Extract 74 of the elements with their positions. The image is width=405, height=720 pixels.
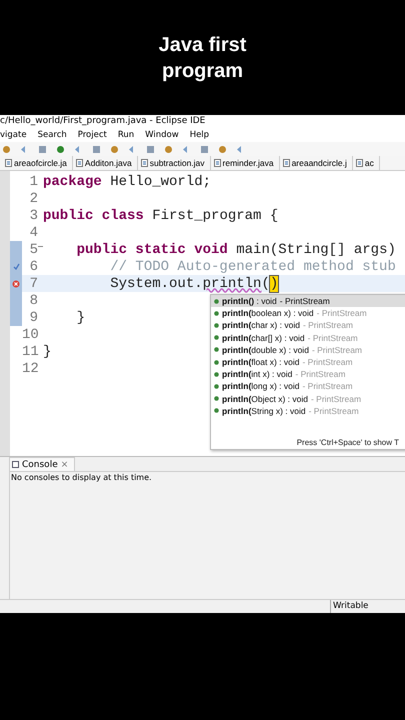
completion-item[interactable]: println() : void - PrintStream [211, 295, 405, 308]
console-icon [12, 461, 19, 468]
line-number: 12 [22, 360, 38, 376]
completion-item[interactable]: println(float x) : void - PrintStream [211, 356, 405, 368]
method-icon [214, 335, 219, 340]
line-number: 2 [28, 190, 38, 206]
completion-item[interactable]: println(double x) : void - PrintStream [211, 344, 405, 356]
keyword-text: package [43, 174, 102, 190]
completion-item[interactable]: println(int x) : void - PrintStream [211, 368, 405, 380]
close-icon[interactable]: × [60, 460, 68, 470]
file-icon [282, 159, 290, 167]
line-number: 4 [28, 224, 38, 240]
line-number: 11 [22, 344, 38, 360]
menu-item[interactable]: Project [78, 128, 107, 142]
code-text: First_program { [151, 208, 278, 224]
file-icon [214, 159, 221, 167]
method-icon [214, 310, 219, 316]
file-icon [76, 159, 83, 167]
keyword-text: public class [43, 208, 144, 224]
keyword-text: public static void [76, 242, 228, 258]
file-icon [140, 159, 148, 167]
console-message: No consoles to display at this time. [10, 472, 153, 482]
code-text: main(String[] args) [235, 242, 396, 258]
code-text: System.out. [109, 276, 203, 292]
menu-item[interactable]: Help [190, 128, 210, 142]
menu-item[interactable]: Search [38, 128, 67, 142]
check-marker-icon [12, 263, 20, 270]
editor-tab[interactable]: ac [354, 156, 380, 170]
line-number: 8 [28, 292, 38, 308]
code-text: } [76, 310, 86, 326]
completion-item[interactable]: println(Object x) : void - PrintStream [211, 392, 405, 405]
line-number: 3 [28, 208, 38, 224]
editor-tab[interactable]: subtraction.jav [138, 156, 211, 170]
editor-tab[interactable]: areaofcircle.ja [3, 156, 73, 170]
method-icon [214, 396, 219, 402]
status-text: Writable [330, 600, 405, 613]
method-icon [214, 408, 219, 414]
completion-item[interactable]: println(boolean x) : void - PrintStream [211, 307, 405, 320]
code-text: ( [261, 276, 270, 292]
window-title: c/Hello_world/First_program.java - Eclipse IDE [0, 116, 206, 126]
line-number: 7 [28, 276, 38, 292]
line-number: 9 [28, 310, 38, 326]
line-number: 6 [28, 258, 38, 274]
bracket-text: ) [270, 276, 278, 292]
comment-text: // TODO Auto-generated method stub [109, 258, 396, 274]
method-icon [214, 322, 219, 328]
file-icon [5, 159, 12, 167]
method-icon [214, 347, 219, 352]
menu-item[interactable]: Window [145, 128, 179, 142]
editor-tab[interactable]: areaandcircle.j [280, 156, 353, 170]
method-icon [214, 384, 219, 389]
editor-tab[interactable]: Additon.java [74, 156, 138, 170]
method-icon [214, 372, 219, 377]
video-title: Java first program [158, 32, 248, 84]
menu-item[interactable]: Run [118, 128, 134, 142]
error-marker-icon [12, 280, 20, 288]
file-icon [356, 159, 363, 167]
completion-item[interactable]: println(char[] x) : void - PrintStream [211, 332, 405, 344]
code-text: Hello_world; [109, 174, 212, 190]
completion-item[interactable]: println(long x) : void - PrintStream [211, 380, 405, 392]
hint-text: Press 'Ctrl+Space' to show T [296, 438, 399, 447]
line-number: 5 [28, 242, 38, 258]
line-number: 1 [28, 174, 38, 190]
method-icon [214, 298, 219, 304]
method-icon [214, 360, 219, 365]
editor-tab[interactable]: reminder.java [212, 156, 280, 170]
error-text: println [202, 276, 262, 292]
ruler-highlight [10, 309, 22, 326]
line-number: 10 [22, 326, 38, 342]
completion-item[interactable]: println(char x) : void - PrintStream [211, 319, 405, 332]
code-text: } [43, 344, 52, 360]
completion-item[interactable]: println(String x) : void - PrintStream [211, 404, 405, 417]
menu-item[interactable]: vigate [0, 128, 27, 142]
console-tab[interactable]: Console × [9, 457, 76, 471]
